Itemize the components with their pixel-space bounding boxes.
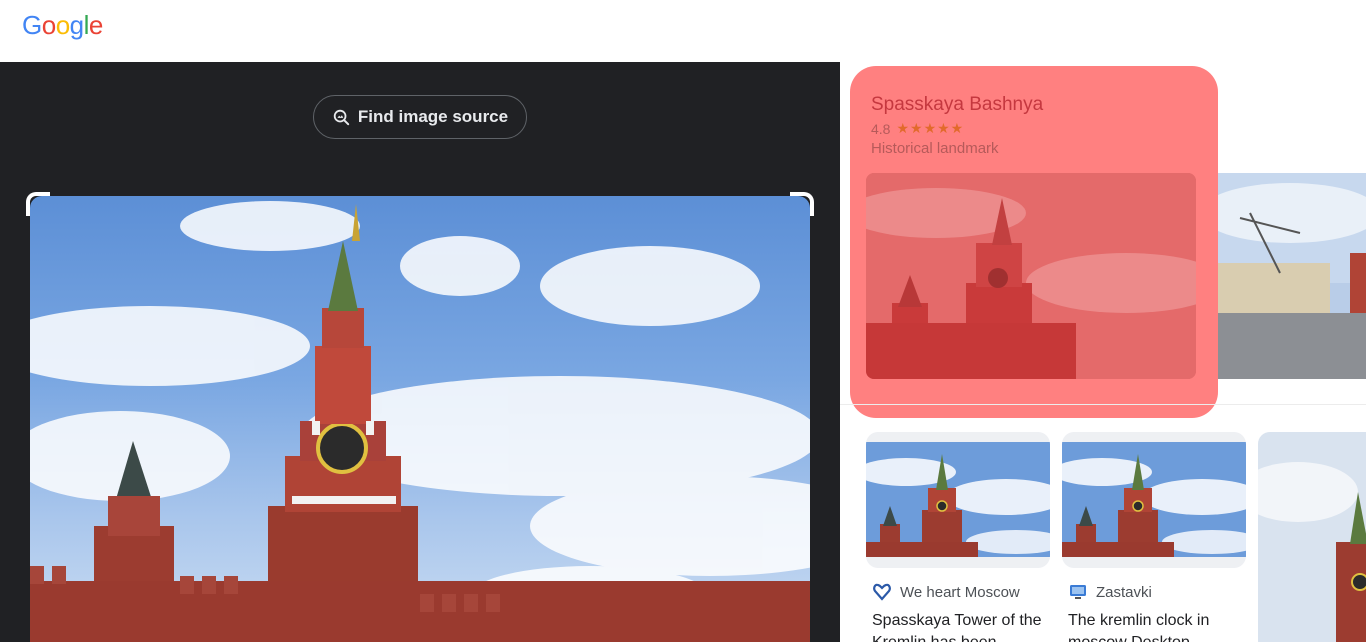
selected-image-frame[interactable] (26, 192, 814, 642)
visual-match-result[interactable]: Zastavki The kremlin clock in moscow Des… (1062, 432, 1246, 642)
kremlin-photo (30, 196, 810, 642)
landmark-main-image[interactable] (866, 173, 1196, 379)
section-divider (840, 404, 1366, 405)
visual-match-result[interactable] (1258, 432, 1366, 642)
landmark-secondary-image[interactable] (1210, 173, 1366, 379)
result-caption[interactable]: The kremlin clock in moscow Desktop (1068, 610, 1246, 642)
result-source[interactable]: We heart Moscow (872, 582, 1020, 602)
image-viewer-panel: Find image source (0, 62, 840, 642)
star-rating-icon: ★★★★★ (896, 120, 965, 136)
monitor-logo-icon (1068, 582, 1088, 602)
logo-letter: o (55, 10, 70, 40)
logo-letter: g (69, 10, 84, 40)
result-source-name: We heart Moscow (900, 583, 1020, 601)
results-panel: Spasskaya Bashnya 4.8 ★★★★★ Historical l… (840, 62, 1366, 642)
visual-match-result[interactable]: We heart Moscow Spasskaya Tower of the K… (866, 432, 1050, 642)
top-bar: Google (0, 0, 1366, 62)
landmark-knowledge-card[interactable]: Spasskaya Bashnya 4.8 ★★★★★ Historical l… (850, 66, 1218, 418)
logo-letter: o (41, 10, 56, 40)
result-caption[interactable]: Spasskaya Tower of the Kremlin has been (872, 610, 1050, 642)
landmark-title[interactable]: Spasskaya Bashnya (871, 94, 1043, 116)
image-search-icon (333, 109, 350, 126)
heart-logo-icon (872, 582, 892, 602)
logo-letter: e (88, 10, 103, 40)
result-thumbnail[interactable] (866, 432, 1050, 568)
landmark-rating: 4.8 ★★★★★ (871, 120, 964, 137)
landmark-type: Historical landmark (871, 140, 999, 157)
crop-corner-top-right[interactable] (790, 192, 814, 216)
google-logo[interactable]: Google (22, 10, 103, 41)
find-image-source-label: Find image source (357, 107, 509, 126)
find-image-source-button[interactable]: Find image source (313, 95, 527, 139)
crop-corner-top-left[interactable] (26, 192, 50, 216)
result-source-name: Zastavki (1096, 583, 1152, 601)
result-thumbnail[interactable] (1062, 432, 1246, 568)
result-source[interactable]: Zastavki (1068, 582, 1152, 602)
rating-value: 4.8 (871, 120, 891, 137)
logo-letter: G (22, 10, 42, 40)
